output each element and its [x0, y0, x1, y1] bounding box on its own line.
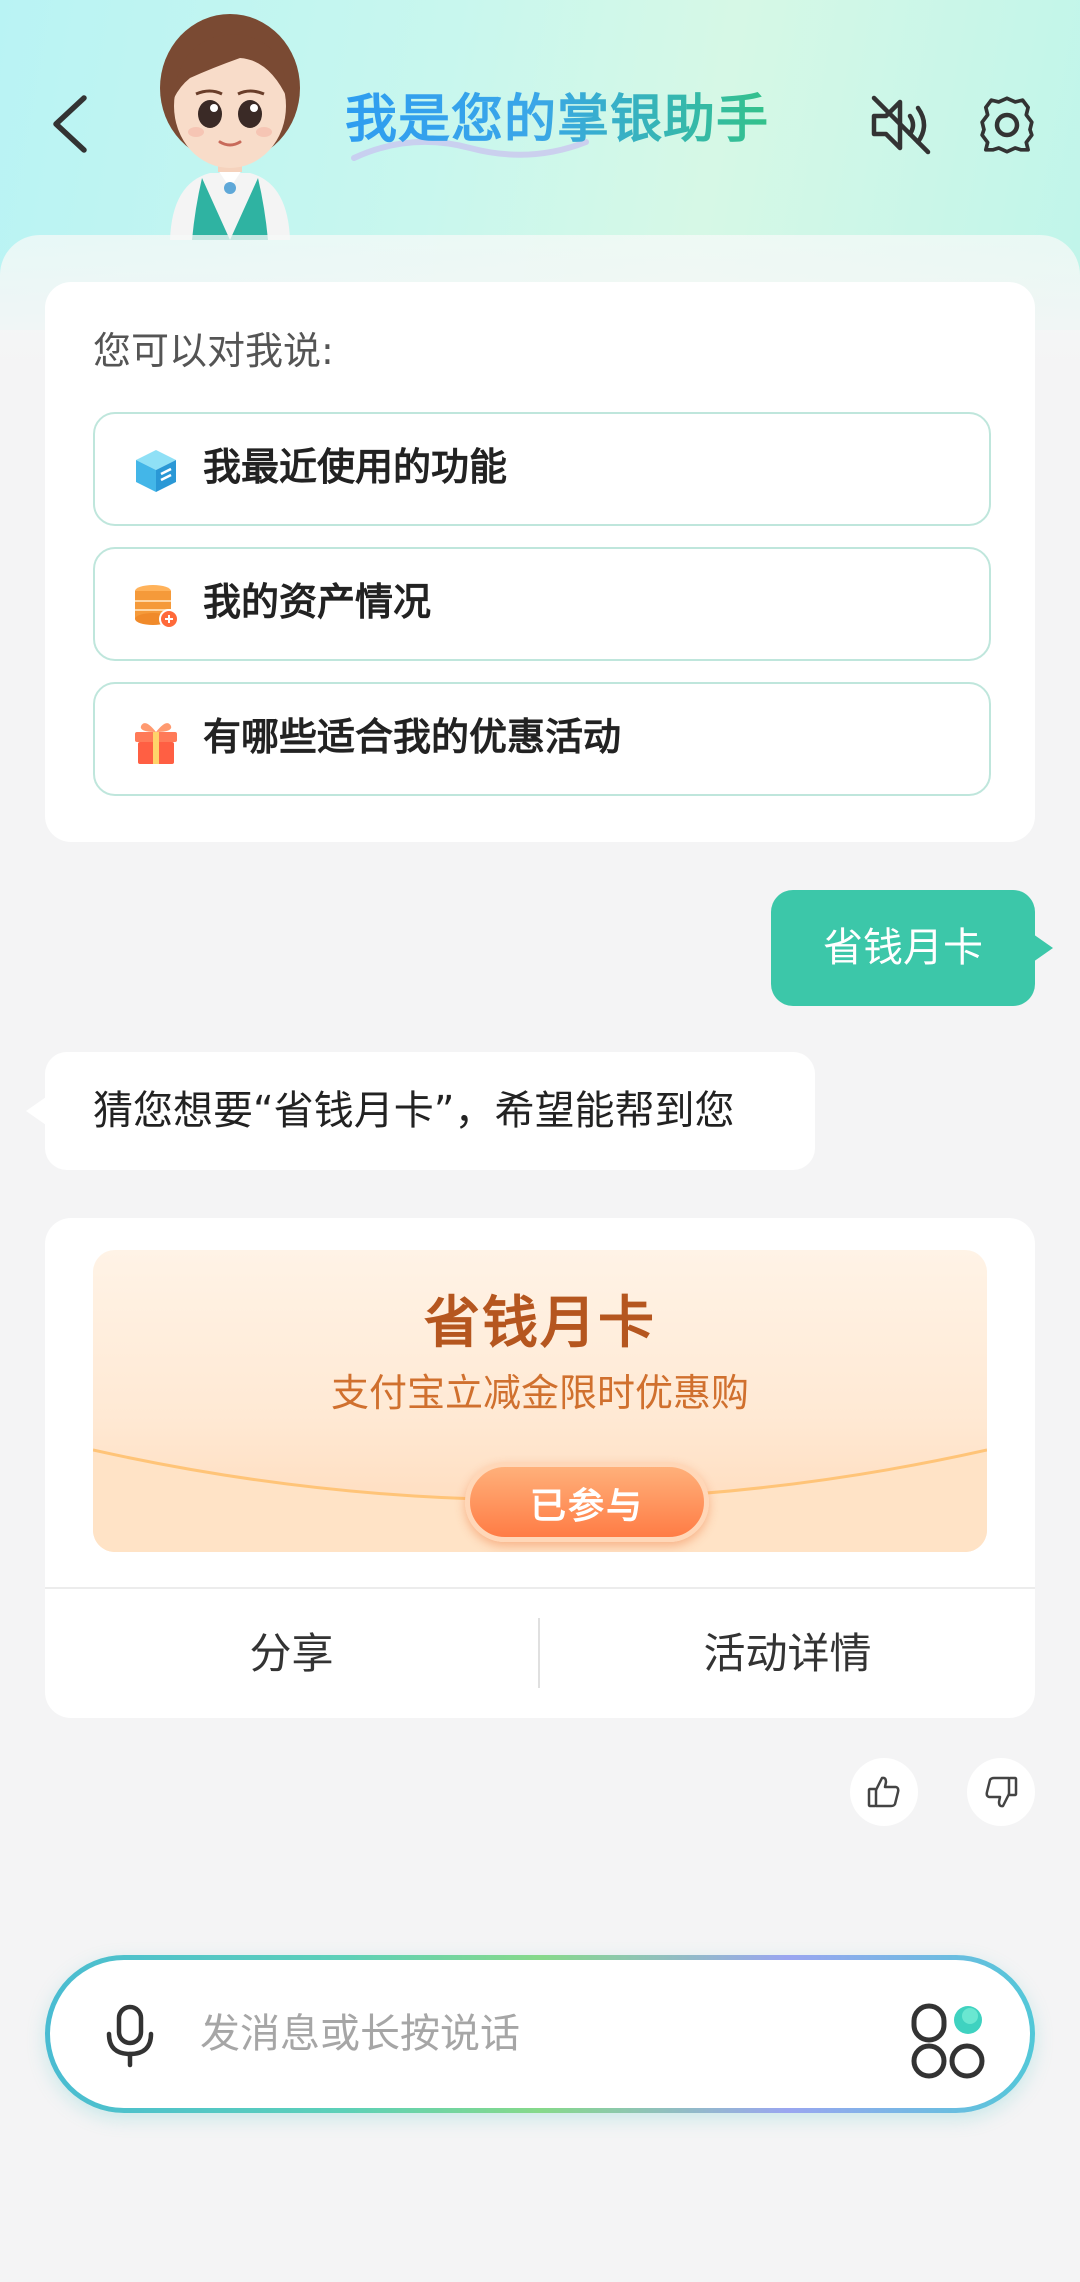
share-button[interactable]: 分享 — [45, 1590, 538, 1718]
like-button[interactable] — [850, 1758, 918, 1826]
thumbs-up-icon — [867, 1776, 900, 1808]
input-container — [50, 1960, 1030, 2108]
coin-stack-icon — [135, 585, 179, 629]
bot-message-bubble: 猜您想要“省钱月卡”，希望能帮到您 — [45, 1052, 815, 1170]
settings-button[interactable] — [972, 90, 1042, 160]
dislike-button[interactable] — [967, 1758, 1035, 1826]
suggestions-card: 您可以对我说: 我最近使用的功能 我的资产情况 有哪些适合我的优惠活动 — [45, 282, 1035, 842]
more-apps-button[interactable] — [910, 2002, 988, 2080]
suggestions-hint: 您可以对我说: — [93, 329, 334, 373]
suggestion-recent-functions[interactable]: 我最近使用的功能 — [93, 412, 991, 526]
page-title: 我是您的掌银助手 — [345, 85, 769, 155]
gear-icon — [980, 96, 1034, 154]
activity-details-button[interactable]: 活动详情 — [540, 1590, 1035, 1718]
message-input[interactable] — [200, 1980, 840, 2088]
promo-title: 省钱月卡 — [424, 1291, 656, 1356]
suggestion-offers[interactable]: 有哪些适合我的优惠活动 — [93, 682, 991, 796]
suggestion-label: 我的资产情况 — [203, 580, 432, 624]
promo-divider — [45, 1587, 1035, 1589]
user-message-bubble: 省钱月卡 — [771, 890, 1035, 1006]
microphone-icon — [106, 2004, 154, 2068]
apps-grid-icon — [911, 2003, 985, 2079]
promo-banner[interactable]: 省钱月卡 支付宝立减金限时优惠购 已参与 — [93, 1250, 987, 1552]
suggestion-label: 有哪些适合我的优惠活动 — [203, 715, 622, 759]
mute-button[interactable] — [868, 92, 934, 158]
promo-card: 省钱月卡 支付宝立减金限时优惠购 已参与 分享 活动详情 — [45, 1218, 1035, 1718]
chevron-left-icon — [53, 95, 87, 153]
assistant-avatar — [150, 8, 310, 240]
gift-icon — [135, 723, 177, 764]
cube-icon — [136, 450, 176, 492]
message-input-bar — [45, 1955, 1035, 2113]
back-button[interactable] — [48, 92, 98, 156]
thumbs-down-icon — [985, 1776, 1018, 1808]
bot-bubble-tail — [26, 1097, 46, 1125]
suggestion-my-assets[interactable]: 我的资产情况 — [93, 547, 991, 661]
joined-status-button[interactable]: 已参与 — [465, 1462, 709, 1542]
voice-input-button[interactable] — [100, 2004, 160, 2068]
promo-subtitle: 支付宝立减金限时优惠购 — [330, 1371, 749, 1415]
user-bubble-tail — [1033, 934, 1053, 962]
speaker-muted-icon — [871, 95, 931, 155]
suggestion-label: 我最近使用的功能 — [203, 445, 508, 489]
